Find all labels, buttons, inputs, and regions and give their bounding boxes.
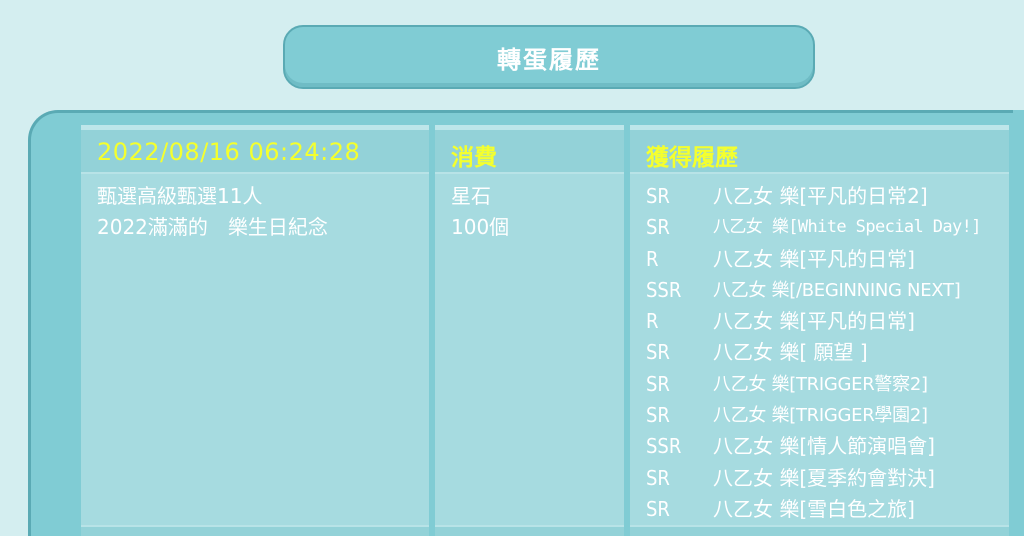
record-description-line: 2022滿滿的 樂生日紀念: [97, 215, 328, 239]
record-column: 2022/08/16 06:24:28 甄選高級甄選11人 2022滿滿的 樂生…: [81, 125, 429, 536]
record-footer: [81, 525, 429, 536]
rarity-label: SR: [646, 340, 670, 365]
page-title-banner: 轉蛋履歷: [283, 25, 815, 89]
record-timestamp: 2022/08/16 06:24:28: [97, 138, 361, 166]
results-column: 獲得履歷 SR 八乙女 樂[平凡的日常2] SR 八乙女 樂[White Spe…: [630, 125, 1009, 536]
rarity-label: R: [646, 246, 659, 271]
card-name: 八乙女 樂[平凡的日常]: [713, 309, 915, 334]
cost-amount: 100個: [451, 215, 510, 239]
card-name: 八乙女 樂[TRIGGER警察2]: [713, 373, 928, 395]
results-header-label: 獲得履歷: [646, 145, 738, 171]
rarity-label: SR: [646, 403, 670, 428]
rarity-label: SR: [646, 371, 670, 396]
results-footer: [630, 525, 1009, 536]
results-header: 獲得履歷: [630, 130, 1009, 174]
record-description-line: 甄選高級甄選11人: [97, 184, 263, 208]
rarity-label: SR: [646, 496, 670, 521]
rarity-label: SR: [646, 184, 670, 208]
cost-details: 星石 100個: [451, 181, 509, 243]
card-name: 八乙女 樂[情人節演唱會]: [713, 434, 935, 459]
rarity-label: SSR: [646, 277, 682, 302]
card-name: 八乙女 樂[夏季約會對決]: [713, 465, 935, 490]
rarity-label: SSR: [646, 434, 682, 459]
panel-right-edge: [1013, 110, 1024, 536]
cost-currency: 星石: [451, 184, 491, 208]
gacha-history-screen: 轉蛋履歷 2022/08/16 06:24:28 甄選高級甄選11人 2022滿…: [0, 0, 1024, 536]
card-name: 八乙女 樂[/BEGINNING NEXT]: [713, 279, 961, 301]
record-header: 2022/08/16 06:24:28: [81, 130, 429, 174]
card-name: 八乙女 樂[White Special Day!]: [713, 217, 982, 238]
rarity-label: R: [646, 309, 659, 334]
card-name: 八乙女 樂[ 願望 ]: [713, 340, 868, 365]
cost-column: 消費 星石 100個: [435, 125, 624, 536]
card-name: 八乙女 樂[平凡的日常]: [713, 246, 915, 271]
cost-header: 消費: [435, 130, 624, 174]
cost-header-label: 消費: [451, 145, 497, 171]
card-name: 八乙女 樂[雪白色之旅]: [713, 496, 915, 521]
page-title: 轉蛋履歷: [497, 45, 601, 74]
card-name: 八乙女 樂[平凡的日常2]: [713, 184, 928, 208]
card-name: 八乙女 樂[TRIGGER學園2]: [713, 405, 928, 427]
record-description: 甄選高級甄選11人 2022滿滿的 樂生日紀念: [97, 181, 328, 243]
cost-footer: [435, 525, 624, 536]
rarity-label: SR: [646, 465, 670, 490]
rarity-label: SR: [646, 215, 670, 240]
